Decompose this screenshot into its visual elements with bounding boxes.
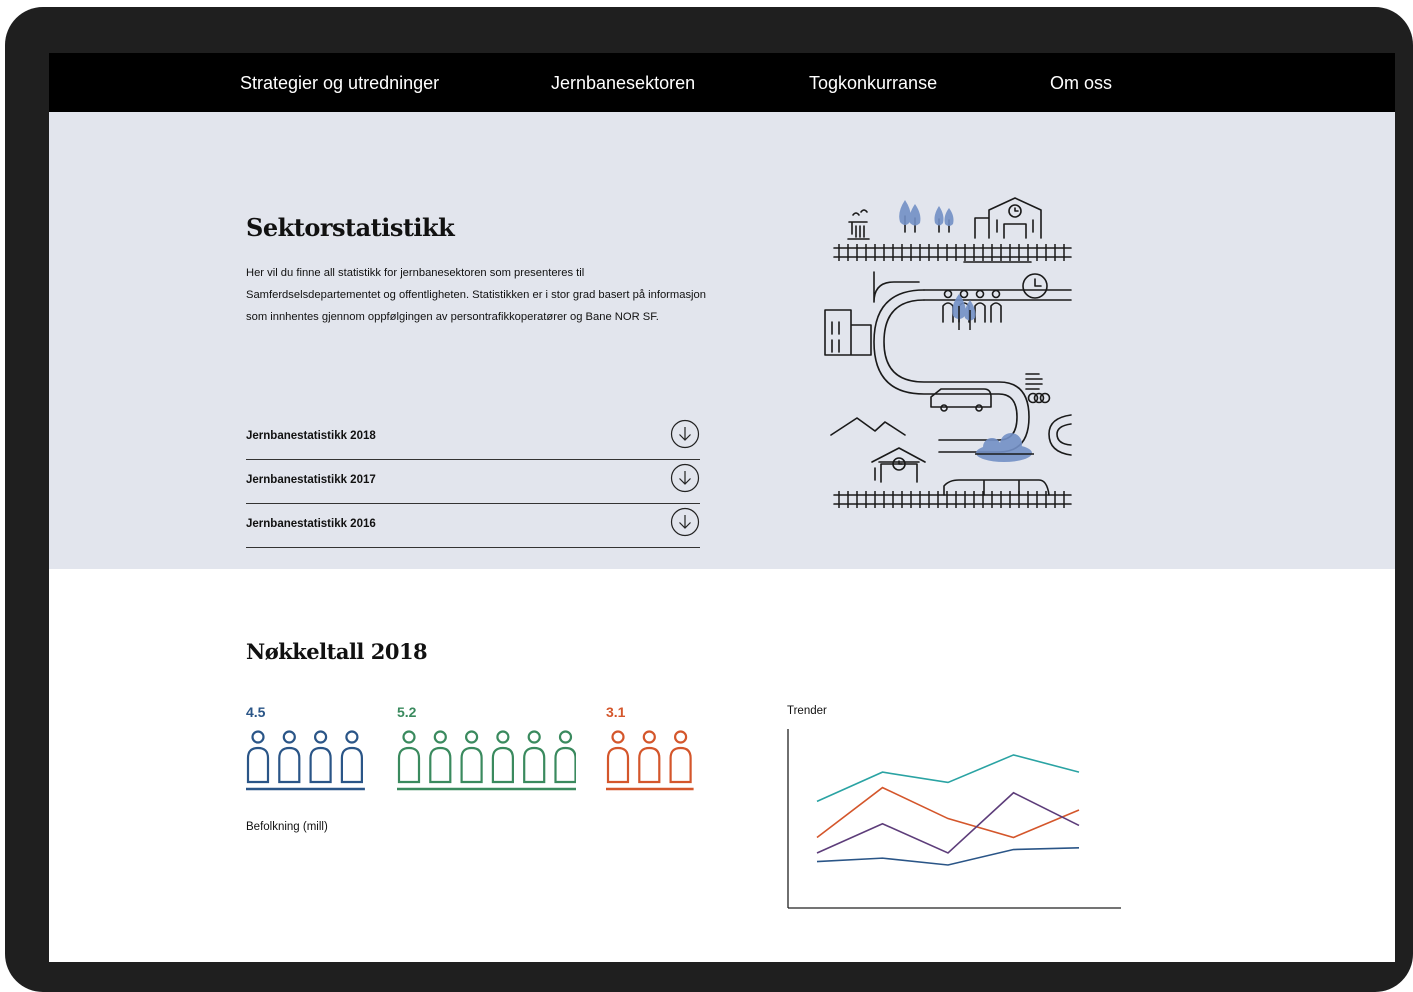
people-icons-green <box>397 730 576 791</box>
nav-item-strategier[interactable]: Strategier og utredninger <box>240 72 439 94</box>
trend-line-chart <box>787 729 1121 909</box>
stat-value-green: 5.2 <box>397 704 417 720</box>
railway-illustration <box>824 197 1072 508</box>
download-label: Jernbanestatistikk 2016 <box>246 518 376 530</box>
series-line-2 <box>816 786 1080 839</box>
nav-item-jernbanesektoren[interactable]: Jernbanesektoren <box>551 72 695 94</box>
person-icon <box>429 730 452 784</box>
person-icon <box>669 730 692 784</box>
population-label: Befolkning (mill) <box>246 821 328 833</box>
person-icon <box>309 730 332 784</box>
trend-label: Trender <box>787 705 827 717</box>
person-icon <box>606 730 630 784</box>
person-icon <box>491 730 514 784</box>
page-title: Sektorstatistikk <box>246 213 455 242</box>
person-icon <box>278 730 301 784</box>
intro-text: Her vil du finne all statistikk for jern… <box>246 267 706 323</box>
download-item-2016[interactable]: Jernbanestatistikk 2016 <box>246 504 700 548</box>
people-icons-orange <box>606 730 694 791</box>
nav-item-togkonkurranse[interactable]: Togkonkurranse <box>809 72 937 94</box>
nav-item-om-oss[interactable]: Om oss <box>1050 72 1112 94</box>
screen: Strategier og utredninger Jernbanesektor… <box>49 53 1395 962</box>
series-line-1 <box>816 754 1080 803</box>
tablet-frame: Strategier og utredninger Jernbanesektor… <box>5 7 1413 992</box>
download-circle-icon[interactable] <box>670 419 700 449</box>
person-icon <box>523 730 546 784</box>
person-icon <box>460 730 483 784</box>
series-line-4 <box>816 847 1080 866</box>
person-icon <box>554 730 576 784</box>
person-icon <box>340 730 363 784</box>
download-label: Jernbanestatistikk 2018 <box>246 430 376 442</box>
stat-value-blue: 4.5 <box>246 704 266 720</box>
people-icons-blue <box>246 730 365 791</box>
download-item-2018[interactable]: Jernbanestatistikk 2018 <box>246 416 700 460</box>
top-navigation: Strategier og utredninger Jernbanesektor… <box>49 53 1395 112</box>
download-circle-icon[interactable] <box>670 507 700 537</box>
series-line-3 <box>816 791 1080 854</box>
key-figures-title: Nøkkeltall 2018 <box>246 639 428 664</box>
stat-value-orange: 3.1 <box>606 704 626 720</box>
hero-section: Sektorstatistikk Her vil du finne all st… <box>49 112 1395 569</box>
person-icon <box>246 730 270 784</box>
person-icon <box>638 730 661 784</box>
download-label: Jernbanestatistikk 2017 <box>246 474 376 486</box>
person-icon <box>397 730 421 784</box>
download-circle-icon[interactable] <box>670 463 700 493</box>
download-item-2017[interactable]: Jernbanestatistikk 2017 <box>246 460 700 504</box>
